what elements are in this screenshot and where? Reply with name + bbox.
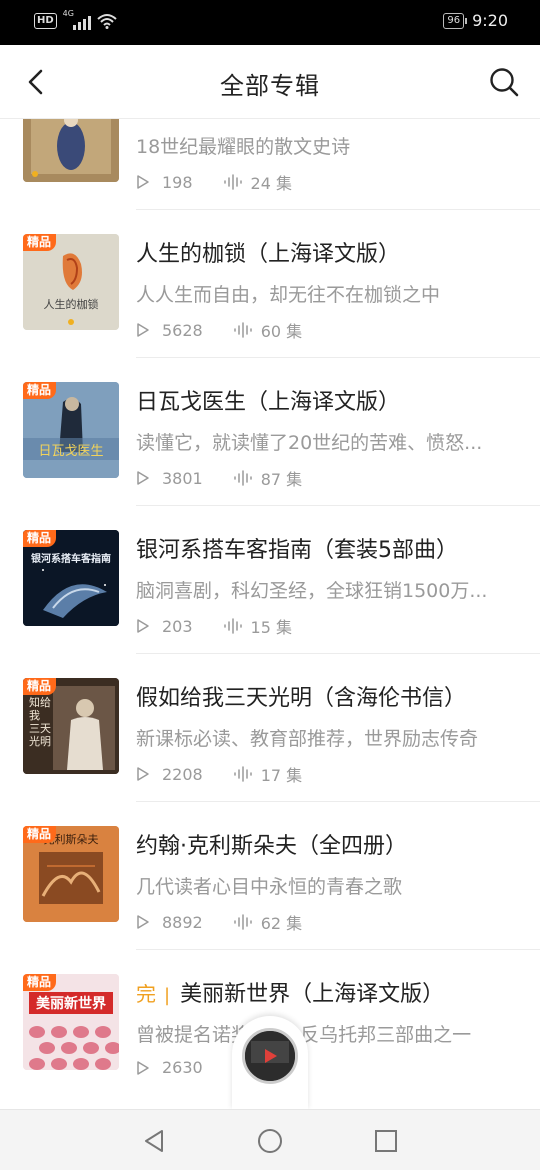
mini-player[interactable] <box>232 1016 308 1110</box>
premium-badge: 精品 <box>23 234 57 251</box>
play-count: 8892 <box>162 912 203 932</box>
album-description: 读懂它，就读懂了20世纪的苦难、愤怒... <box>136 432 483 454</box>
album-item[interactable]: 银河系搭车客指南 精品 银河系搭车客指南（套装5部曲） 脑洞喜剧，科幻圣经，全球… <box>0 506 540 654</box>
episode-count: 24 集 <box>250 174 292 193</box>
cover-text: 美丽新世界 <box>36 996 106 1012</box>
play-count-icon <box>137 323 149 337</box>
audio-wave-icon <box>223 174 242 190</box>
complete-tag: 完 <box>136 982 156 1006</box>
play-count-icon <box>137 175 149 189</box>
premium-badge: 精品 <box>23 530 57 547</box>
play-count: 5628 <box>162 320 203 340</box>
album-cover[interactable]: 银河系搭车客指南 精品 <box>23 530 119 626</box>
clock: 9:20 <box>472 11 508 30</box>
now-playing-disc[interactable] <box>242 1028 298 1084</box>
page-title: 全部专辑 <box>220 72 320 100</box>
cellular-signal-icon: 4G <box>63 9 91 30</box>
album-description: 曾被提名诺奖7次，反乌托邦三部曲之一 <box>136 1024 472 1046</box>
episode-count: 87 集 <box>260 470 303 489</box>
premium-badge: 精品 <box>23 974 57 991</box>
album-title: 日瓦戈医生（上海译文版） <box>136 390 401 415</box>
hd-indicator: HD <box>34 13 57 29</box>
premium-badge: 精品 <box>23 826 57 843</box>
cover-text: 知给我 三天光明 <box>29 696 51 748</box>
album-item[interactable]: 18世纪最耀眼的散文史诗 198 24 集 <box>0 119 540 210</box>
album-cover[interactable]: 克利斯朵夫 精品 <box>23 826 119 922</box>
album-description: 脑洞喜剧，科幻圣经，全球狂销1500万... <box>136 580 488 602</box>
album-title-row: 完 | 美丽新世界（上海译文版） <box>136 976 444 1008</box>
play-count: 2208 <box>162 764 203 784</box>
status-bar: HD 4G 96 9:20 <box>0 0 540 45</box>
system-nav-bar <box>0 1109 540 1170</box>
album-cover[interactable]: 美丽新世界 精品 <box>23 974 119 1070</box>
album-description: 18世纪最耀眼的散文史诗 <box>136 136 351 158</box>
cover-text: 日瓦戈医生 <box>38 444 104 459</box>
album-cover[interactable] <box>23 119 119 182</box>
episode-count: 15 集 <box>250 618 292 637</box>
audio-wave-icon <box>223 618 242 634</box>
complete-separator: | <box>164 985 171 1006</box>
nav-back-icon[interactable] <box>140 1127 168 1155</box>
audio-wave-icon <box>233 914 252 930</box>
cover-text: 银河系搭车客指南 <box>31 554 111 565</box>
album-title: 约翰·克利斯朵夫（全四册） <box>136 834 407 859</box>
album-description: 人人生而自由，却无往不在枷锁之中 <box>136 284 441 306</box>
audio-wave-icon <box>233 470 252 486</box>
play-count-icon <box>137 471 149 485</box>
album-description: 几代读者心目中永恒的青春之歌 <box>136 876 403 898</box>
album-description: 新课标必读、教育部推荐，世界励志传奇 <box>136 728 479 750</box>
album-title: 美丽新世界（上海译文版） <box>180 982 445 1007</box>
nav-recents-icon[interactable] <box>372 1127 400 1155</box>
play-count-icon <box>137 915 149 929</box>
episode-count: 17 集 <box>260 766 303 785</box>
play-count-icon <box>137 619 149 633</box>
play-count: 3801 <box>162 468 203 488</box>
play-count-icon <box>137 1060 149 1075</box>
album-item[interactable]: 日瓦戈医生 精品 日瓦戈医生（上海译文版） 读懂它，就读懂了20世纪的苦难、愤怒… <box>0 358 540 506</box>
album-cover[interactable]: 知给我 三天光明 精品 <box>23 678 119 774</box>
nav-home-icon[interactable] <box>256 1127 284 1155</box>
album-list[interactable]: 18世纪最耀眼的散文史诗 198 24 集 人生的枷锁 精品 人生的枷锁（上海译… <box>0 119 540 1109</box>
play-count: 198 <box>162 172 193 192</box>
album-item[interactable]: 克利斯朵夫 精品 约翰·克利斯朵夫（全四册） 几代读者心目中永恒的青春之歌 88… <box>0 802 540 950</box>
album-cover[interactable]: 日瓦戈医生 精品 <box>23 382 119 478</box>
premium-badge: 精品 <box>23 382 57 399</box>
app-header: 全部专辑 <box>0 45 540 119</box>
album-item[interactable]: 知给我 三天光明 精品 假如给我三天光明（含海伦书信） 新课标必读、教育部推荐，… <box>0 654 540 802</box>
premium-badge: 精品 <box>23 678 57 695</box>
album-title: 银河系搭车客指南（套装5部曲） <box>136 538 458 563</box>
battery-indicator: 96 <box>443 12 467 29</box>
wifi-icon <box>97 14 117 29</box>
album-cover[interactable]: 人生的枷锁 精品 <box>23 234 119 330</box>
search-icon[interactable] <box>488 66 520 98</box>
play-count: 2630 <box>162 1058 203 1077</box>
audio-wave-icon <box>233 322 252 338</box>
episode-count: 62 集 <box>260 914 303 933</box>
play-count-icon <box>137 767 149 781</box>
album-title: 假如给我三天光明（含海伦书信） <box>136 686 467 711</box>
album-item[interactable]: 人生的枷锁 精品 人生的枷锁（上海译文版） 人人生而自由，却无往不在枷锁之中 5… <box>0 210 540 358</box>
album-title: 人生的枷锁（上海译文版） <box>136 242 401 267</box>
play-count: 203 <box>162 616 193 636</box>
audio-wave-icon <box>233 766 252 782</box>
episode-count: 60 集 <box>260 322 303 341</box>
cover-text: 人生的枷锁 <box>43 298 99 311</box>
